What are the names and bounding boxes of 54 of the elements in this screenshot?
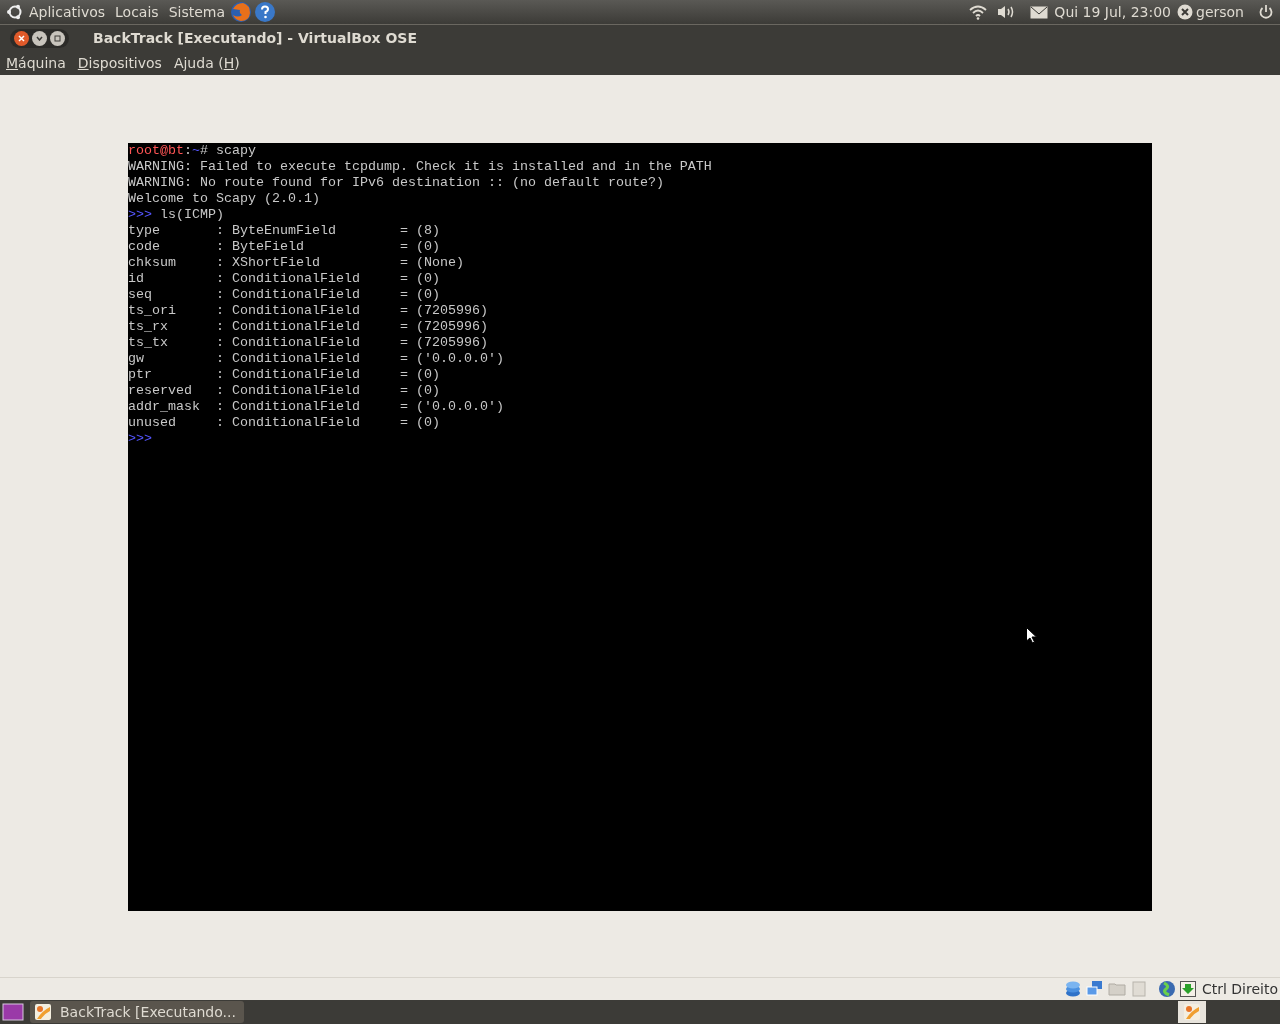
tray-item[interactable]	[1178, 1001, 1206, 1023]
globe-icon	[1157, 980, 1176, 998]
maximize-button[interactable]	[50, 30, 65, 46]
close-icon[interactable]	[18, 34, 25, 42]
terminal-text: ls(ICMP)	[159, 207, 224, 222]
terminal-text: >>>	[128, 431, 152, 446]
terminal-text: ts_tx : ConditionalField = (7205996)	[128, 335, 488, 350]
host-key-label: Ctrl Direito	[1201, 981, 1278, 997]
user-name[interactable]: gerson	[1196, 4, 1244, 20]
menu-item[interactable]: Dispositivos	[77, 55, 162, 71]
terminal-text: id : ConditionalField = (0)	[128, 271, 440, 286]
panel-menu[interactable]: Aplicativos	[24, 4, 111, 20]
terminal-text: ~	[192, 143, 200, 158]
taskbar-item[interactable]: BackTrack [Executando...	[30, 1001, 244, 1023]
terminal-text: WARNING: No route found for IPv6 destination :: (no default route?)	[128, 175, 664, 190]
terminal-text: :	[184, 143, 192, 158]
power-icon[interactable]	[1258, 4, 1274, 20]
panel-menu[interactable]: Sistema	[163, 4, 231, 20]
network-icon	[1085, 980, 1104, 998]
terminal-text: ptr : ConditionalField = (0)	[128, 367, 440, 382]
terminal-text: code : ByteField = (0)	[128, 239, 440, 254]
terminal-text: >>>	[128, 207, 152, 222]
app-icon	[34, 1003, 52, 1021]
minimize-button[interactable]	[32, 30, 47, 46]
clock[interactable]: Qui 19 Jul, 23:00	[1054, 4, 1171, 20]
disk-icon	[1063, 980, 1082, 998]
app-icon	[1183, 1003, 1201, 1021]
terminal-text: gw : ConditionalField = ('0.0.0.0')	[128, 351, 504, 366]
terminal-text: Welcome to Scapy (2.0.1)	[128, 191, 320, 206]
terminal-text: unused : ConditionalField = (0)	[128, 415, 440, 430]
terminal-text: seq : ConditionalField = (0)	[128, 287, 440, 302]
chevron-down-icon[interactable]	[36, 35, 43, 41]
panel-menu[interactable]: Locais	[110, 4, 164, 20]
window-title: BackTrack [Executando] - VirtualBox OSE	[93, 30, 417, 46]
menu-item[interactable]: Ajuda (H)	[173, 55, 240, 71]
terminal-text: WARNING: Failed to execute tcpdump. Check it is installed and in the PATH	[128, 159, 712, 174]
terminal-text: root@bt	[128, 143, 184, 158]
download-arrow-icon	[1179, 981, 1196, 997]
terminal-text: reserved : ConditionalField = (0)	[128, 383, 440, 398]
terminal-text: chksum : XShortField = (None)	[128, 255, 464, 270]
menu-item[interactable]: Máquina	[6, 55, 66, 71]
browser-icon[interactable]	[230, 1, 253, 23]
mail-icon[interactable]	[1030, 5, 1049, 19]
ubuntu-logo-icon[interactable]	[6, 3, 24, 21]
wifi-icon[interactable]	[968, 4, 989, 20]
close-button[interactable]	[14, 30, 29, 46]
status-icon[interactable]	[1177, 4, 1193, 20]
terminal-text: ts_ori : ConditionalField = (7205996)	[128, 303, 488, 318]
terminal-text: type : ByteEnumField = (8)	[128, 223, 440, 238]
terminal-text: ts_rx : ConditionalField = (7205996)	[128, 319, 488, 334]
help-icon[interactable]	[254, 1, 277, 23]
mouse-pointer-icon	[1026, 627, 1037, 644]
terminal-text: # scapy	[200, 143, 256, 158]
terminal-text: addr_mask : ConditionalField = ('0.0.0.0')	[128, 399, 504, 414]
